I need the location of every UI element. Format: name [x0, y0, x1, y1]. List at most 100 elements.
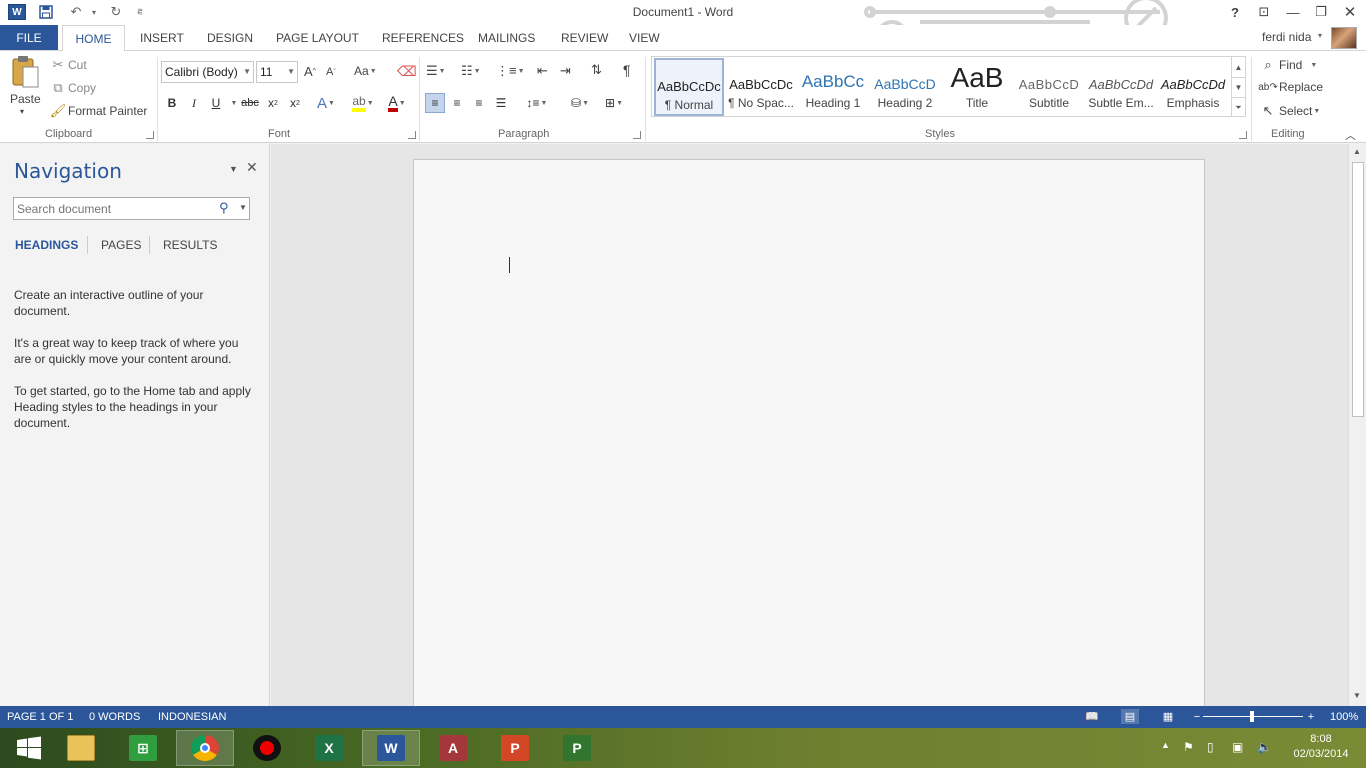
read-mode-icon[interactable]: 📖	[1083, 709, 1101, 724]
collapse-ribbon-icon[interactable]: ︿	[1345, 127, 1356, 143]
ribbon-display-options-icon[interactable]: ⊡	[1252, 3, 1276, 21]
show-formatting-marks-button[interactable]: ¶	[623, 62, 631, 78]
find-button[interactable]: ⌕ Find ▼	[1259, 57, 1317, 73]
tab-home[interactable]: HOME	[62, 25, 125, 51]
style-subtitle[interactable]: AaBbCcD Subtitle	[1014, 58, 1084, 116]
user-name[interactable]: ferdi nida	[1262, 30, 1311, 44]
taskbar-word[interactable]: W	[362, 730, 420, 766]
tab-view[interactable]: VIEW	[627, 25, 662, 50]
zoom-in-icon[interactable]: +	[1302, 709, 1320, 724]
style-no-spacing[interactable]: AaBbCcDc ¶ No Spac...	[726, 58, 796, 116]
align-center-button[interactable]: ≡	[447, 93, 467, 113]
gallery-scroll-up-icon[interactable]: ▲	[1231, 57, 1245, 77]
italic-button[interactable]: I	[184, 93, 204, 113]
pane-options-icon[interactable]: ▼	[229, 164, 238, 174]
tab-page-layout[interactable]: PAGE LAYOUT	[274, 25, 361, 50]
grow-font-button[interactable]: A ^	[304, 64, 316, 79]
action-center-icon[interactable]: ⚑	[1183, 740, 1194, 754]
taskbar-file-explorer[interactable]	[52, 730, 110, 766]
word-count[interactable]: 0 WORDS	[89, 711, 140, 723]
tab-design[interactable]: DESIGN	[205, 25, 255, 50]
vertical-scrollbar[interactable]: ▲ ▼	[1348, 144, 1366, 706]
underline-button[interactable]: U	[206, 93, 226, 113]
clock[interactable]: 8:08 02/03/2014	[1290, 732, 1352, 762]
gallery-scroll-down-icon[interactable]: ▼	[1231, 77, 1245, 97]
clipboard-launcher-icon[interactable]	[146, 131, 154, 139]
print-layout-icon[interactable]: ▤	[1121, 709, 1139, 724]
help-icon[interactable]: ?	[1223, 3, 1247, 21]
start-button[interactable]	[0, 730, 58, 766]
taskbar-store[interactable]: ⊞	[114, 730, 172, 766]
numbering-button[interactable]: ☷ ▼	[461, 63, 481, 79]
shrink-font-button[interactable]: Aˇ	[326, 66, 336, 78]
bold-button[interactable]: B	[162, 93, 182, 113]
superscript-button[interactable]: x2	[285, 93, 305, 113]
tab-mailings[interactable]: MAILINGS	[476, 25, 537, 50]
style-heading-1[interactable]: AaBbCc Heading 1	[798, 58, 868, 116]
style-heading-2[interactable]: AaBbCcD Heading 2	[870, 58, 940, 116]
tab-insert[interactable]: INSERT	[138, 25, 186, 50]
network-icon[interactable]: ▣	[1232, 740, 1243, 754]
scrollbar-thumb[interactable]	[1352, 162, 1364, 417]
restore-icon[interactable]: ❐	[1309, 3, 1333, 21]
nav-tab-headings[interactable]: HEADINGS	[15, 238, 78, 252]
select-button[interactable]: ↖ Select ▼	[1259, 103, 1321, 119]
justify-button[interactable]: ☰	[491, 93, 511, 113]
style-emphasis[interactable]: AaBbCcDd Emphasis	[1158, 58, 1228, 116]
taskbar-powerpoint[interactable]: P	[486, 730, 544, 766]
font-launcher-icon[interactable]	[408, 131, 416, 139]
gallery-more-icon[interactable]: ⏷	[1231, 97, 1245, 117]
font-family-select[interactable]: Calibri (Body) ▼	[161, 61, 254, 83]
show-hidden-icons-icon[interactable]: ▲	[1161, 740, 1170, 750]
document-page[interactable]	[413, 159, 1205, 719]
search-icon[interactable]: ⚲	[219, 200, 229, 216]
font-size-select[interactable]: 11 ▼	[256, 61, 298, 83]
search-input[interactable]	[13, 197, 250, 220]
avatar[interactable]	[1331, 27, 1357, 49]
copy-button[interactable]: ⧉ Copy	[50, 80, 96, 96]
paste-label[interactable]: Paste	[10, 92, 41, 106]
strikethrough-button[interactable]: abc	[240, 93, 260, 113]
taskbar-excel[interactable]: X	[300, 730, 358, 766]
nav-tab-results[interactable]: RESULTS	[163, 238, 217, 252]
minimize-icon[interactable]: —	[1281, 3, 1305, 21]
borders-button[interactable]: ⊞ ▼	[599, 93, 629, 113]
battery-icon[interactable]: ▯	[1207, 740, 1214, 754]
paste-dropdown-icon[interactable]: ▾	[20, 107, 24, 116]
taskbar-access[interactable]: A	[424, 730, 482, 766]
align-right-button[interactable]: ≡	[469, 93, 489, 113]
format-painter-button[interactable]: 🖌 Format Painter	[50, 103, 148, 119]
search-dropdown-icon[interactable]: ▼	[239, 203, 247, 212]
tab-references[interactable]: REFERENCES	[380, 25, 466, 50]
style-subtle-emphasis[interactable]: AaBbCcDd Subtle Em...	[1086, 58, 1156, 116]
web-layout-icon[interactable]: ▦	[1159, 709, 1177, 724]
sort-button[interactable]: ⇅	[591, 62, 602, 78]
line-spacing-button[interactable]: ↕≡ ▼	[523, 93, 551, 113]
style-normal[interactable]: AaBbCcDc ¶ Normal	[654, 58, 724, 116]
close-icon[interactable]: ✕	[1338, 3, 1362, 21]
volume-icon[interactable]: 🔈	[1257, 740, 1272, 754]
multilevel-list-button[interactable]: ⋮≡ ▼	[496, 63, 525, 79]
bullets-button[interactable]: ☰ ▼	[426, 63, 446, 79]
paragraph-launcher-icon[interactable]	[633, 131, 641, 139]
decrease-indent-button[interactable]: ⇤	[537, 63, 548, 79]
replace-button[interactable]: ab↷ Replace	[1258, 80, 1323, 94]
align-left-button[interactable]: ≡	[425, 93, 445, 113]
increase-indent-button[interactable]: ⇥	[560, 63, 571, 79]
text-effects-button[interactable]: A ▼	[316, 93, 336, 113]
tab-review[interactable]: REVIEW	[559, 25, 610, 50]
taskbar-project[interactable]: P	[548, 730, 606, 766]
close-pane-icon[interactable]: ✕	[246, 159, 258, 176]
language-indicator[interactable]: INDONESIAN	[158, 711, 226, 723]
style-title[interactable]: AaB Title	[942, 58, 1012, 116]
change-case-button[interactable]: Aa ▼	[354, 64, 377, 78]
scroll-down-icon[interactable]: ▼	[1353, 691, 1361, 700]
subscript-button[interactable]: x2	[263, 93, 283, 113]
highlight-color-button[interactable]: ab ▼	[349, 93, 377, 113]
tab-file[interactable]: FILE	[0, 25, 58, 50]
styles-launcher-icon[interactable]	[1239, 131, 1247, 139]
user-dropdown-icon[interactable]: ▾	[1318, 31, 1322, 40]
page-count[interactable]: PAGE 1 OF 1	[7, 711, 73, 723]
zoom-slider-thumb[interactable]	[1250, 711, 1254, 722]
taskbar-chrome[interactable]	[176, 730, 234, 766]
